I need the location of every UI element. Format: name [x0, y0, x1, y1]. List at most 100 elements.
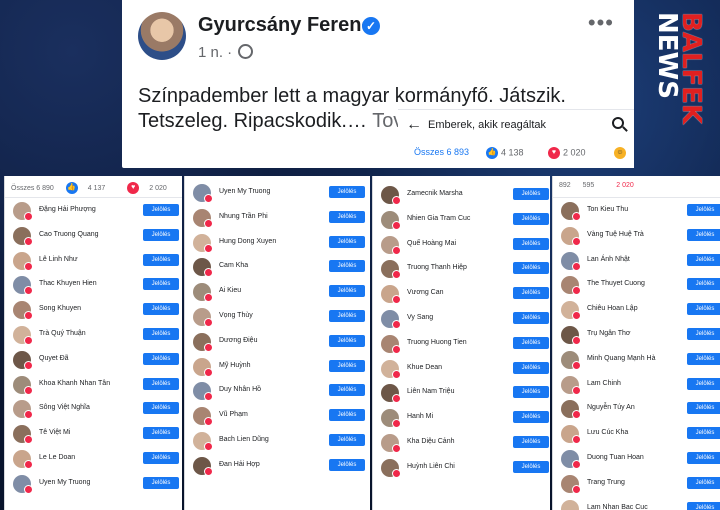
- tab-haha[interactable]: ☺: [614, 147, 629, 159]
- tag-button[interactable]: Jelölés: [513, 411, 549, 424]
- reactors-column-4[interactable]: 892 595 2 020 Ton Kieu Thu Jelölés Vàng Tu…: [552, 176, 720, 510]
- reactor-name[interactable]: Hanh Mi: [407, 413, 433, 420]
- tag-button[interactable]: Jelölés: [143, 327, 179, 340]
- reactor-name[interactable]: Kha Diệu Cảnh: [407, 438, 454, 445]
- list-item[interactable]: Bach Lien Dũng Jelölés: [185, 428, 370, 453]
- list-item[interactable]: Đặng Hải Phượng Jelölés: [5, 198, 182, 223]
- tag-button[interactable]: Jelölés: [143, 352, 179, 365]
- reactor-name[interactable]: Lưu Cúc Kha: [587, 429, 628, 436]
- reactors-column-2[interactable]: Uyen My Truong Jelölés Nhung Trần Phi Jelöl…: [184, 176, 370, 510]
- tag-button[interactable]: Jelölés: [143, 228, 179, 241]
- reactor-name[interactable]: Chiêu Hoan Lập: [587, 305, 638, 312]
- list-item[interactable]: Quế Hoàng Mai Jelölés: [373, 232, 550, 257]
- tag-button[interactable]: Jelölés: [143, 303, 179, 316]
- reactor-name[interactable]: Khue Dean: [407, 364, 442, 371]
- list-item[interactable]: Lê Linh Như Jelölés: [5, 248, 182, 273]
- list-item[interactable]: Nguyễn Túy An Jelölés: [553, 396, 720, 421]
- tag-button[interactable]: Jelölés: [513, 212, 549, 225]
- tag-button[interactable]: Jelölés: [513, 311, 549, 324]
- list-item[interactable]: Nhien Gia Tram Cuc Jelölés: [373, 207, 550, 232]
- list-item[interactable]: Thac Khuyen Hien Jelölés: [5, 272, 182, 297]
- tag-button[interactable]: Jelölés: [513, 460, 549, 473]
- tag-button[interactable]: Jelölés: [329, 458, 365, 471]
- reactor-name[interactable]: Đan Hải Hợp: [219, 461, 260, 468]
- list-item[interactable]: Cam Kha Jelölés: [185, 254, 370, 279]
- tag-button[interactable]: Jelölés: [143, 204, 179, 216]
- list-item[interactable]: Vy Sang Jelölés: [373, 306, 550, 331]
- tag-button[interactable]: Jelölés: [143, 278, 179, 291]
- reactor-name[interactable]: Duong Tuan Hoan: [587, 454, 644, 461]
- list-item[interactable]: Duy Nhân Hồ Jelölés: [185, 378, 370, 403]
- reactor-name[interactable]: Vy Sang: [407, 314, 433, 321]
- tag-button[interactable]: Jelölés: [513, 287, 549, 300]
- tab-love[interactable]: ♥ 2 020: [548, 147, 586, 159]
- reactor-name[interactable]: Quế Hoàng Mai: [407, 240, 456, 247]
- tag-button[interactable]: Jelölés: [513, 336, 549, 349]
- tag-button[interactable]: Jelölés: [143, 476, 179, 489]
- reactor-name[interactable]: Dương Điệu: [219, 337, 257, 344]
- tag-button[interactable]: Jelölés: [329, 186, 365, 198]
- tag-button[interactable]: Jelölés: [687, 377, 720, 390]
- reactor-name[interactable]: Vàng Tuệ Huệ Trà: [587, 231, 644, 238]
- tag-button[interactable]: Jelölés: [687, 228, 720, 241]
- reactor-name[interactable]: Nhien Gia Tram Cuc: [407, 215, 470, 222]
- reactor-name[interactable]: Bach Lien Dũng: [219, 436, 269, 443]
- tag-button[interactable]: Jelölés: [329, 359, 365, 372]
- tag-button[interactable]: Jelölés: [687, 427, 720, 440]
- reactor-name[interactable]: Nguyễn Túy An: [587, 404, 635, 411]
- tag-button[interactable]: Jelölés: [329, 334, 365, 347]
- tag-button[interactable]: Jelölés: [329, 409, 365, 422]
- list-item[interactable]: Truong Thanh Hiệp Jelölés: [373, 256, 550, 281]
- list-item[interactable]: Hung Dong Xuyen Jelölés: [185, 230, 370, 255]
- list-item[interactable]: Khue Dean Jelölés: [373, 356, 550, 381]
- tag-button[interactable]: Jelölés: [687, 476, 720, 489]
- reactor-name[interactable]: Minh Quang Mạnh Hà: [587, 355, 655, 362]
- list-item[interactable]: Uyen My Truong Jelölés: [185, 180, 370, 205]
- reactor-name[interactable]: Trang Trung: [587, 479, 625, 486]
- reactor-name[interactable]: Trà Quý Thuận: [39, 330, 86, 337]
- list-item[interactable]: Sông Việt Nghĩa Jelölés: [5, 396, 182, 421]
- reactor-name[interactable]: Uyen My Truong: [219, 188, 270, 195]
- list-item[interactable]: Vàng Tuệ Huệ Trà Jelölés: [553, 223, 720, 248]
- list-item[interactable]: Ai Kieu Jelölés: [185, 279, 370, 304]
- list-item[interactable]: Uyen My Truong Jelölés: [5, 471, 182, 496]
- tag-button[interactable]: Jelölés: [687, 451, 720, 464]
- reactor-name[interactable]: Vọng Thùy: [219, 312, 253, 319]
- reactor-name[interactable]: Lan Ánh Nhật: [587, 256, 630, 263]
- tag-button[interactable]: Jelölés: [687, 501, 720, 510]
- avatar[interactable]: [561, 499, 579, 510]
- reactor-name[interactable]: Liên Nam Triệu: [407, 388, 454, 395]
- tab-all[interactable]: Összes 6 893: [414, 147, 469, 157]
- search-icon[interactable]: [612, 117, 624, 129]
- reactor-name[interactable]: Nhung Trần Phi: [219, 213, 268, 220]
- reactor-name[interactable]: Cao Truong Quang: [39, 231, 99, 238]
- reactor-name[interactable]: Thac Khuyen Hien: [39, 280, 97, 287]
- reactor-name[interactable]: Zamecnik Marsha: [407, 190, 463, 197]
- list-item[interactable]: The Thuyet Cuong Jelölés: [553, 272, 720, 297]
- list-item[interactable]: Mỹ Huỳnh Jelölés: [185, 354, 370, 379]
- list-item[interactable]: Lan Ánh Nhật Jelölés: [553, 248, 720, 273]
- list-item[interactable]: Duong Tuan Hoan Jelölés: [553, 446, 720, 471]
- reactor-name[interactable]: Khoa Khanh Nhan Tân: [39, 380, 110, 387]
- reactor-name[interactable]: Ton Kieu Thu: [587, 206, 628, 213]
- tag-button[interactable]: Jelölés: [513, 262, 549, 275]
- list-item[interactable]: Đan Hải Hợp Jelölés: [185, 453, 370, 478]
- post-time[interactable]: 1 n. ·: [198, 44, 232, 61]
- tag-button[interactable]: Jelölés: [513, 361, 549, 374]
- list-item[interactable]: Lưu Cúc Kha Jelölés: [553, 421, 720, 446]
- list-item[interactable]: Vũ Phạm Jelölés: [185, 403, 370, 428]
- list-item[interactable]: Trụ Ngân Thơ Jelölés: [553, 322, 720, 347]
- tag-button[interactable]: Jelölés: [143, 377, 179, 390]
- list-item[interactable]: Tê Việt Mi Jelölés: [5, 421, 182, 446]
- reactor-name[interactable]: Vương Can: [407, 289, 444, 296]
- tag-button[interactable]: Jelölés: [687, 352, 720, 365]
- list-item[interactable]: Hanh Mi Jelölés: [373, 405, 550, 430]
- list-item[interactable]: Trà Quý Thuận Jelölés: [5, 322, 182, 347]
- tag-button[interactable]: Jelölés: [687, 402, 720, 415]
- list-item[interactable]: Liên Nam Triệu Jelölés: [373, 380, 550, 405]
- reactor-name[interactable]: Truong Huong Tien: [407, 339, 467, 346]
- list-item[interactable]: Song Khuyen Jelölés: [5, 297, 182, 322]
- reactors-column-3[interactable]: Zamecnik Marsha Jelölés Nhien Gia Tram Cuc…: [372, 176, 550, 510]
- author-avatar[interactable]: [138, 12, 186, 60]
- list-item[interactable]: Minh Quang Mạnh Hà Jelölés: [553, 347, 720, 372]
